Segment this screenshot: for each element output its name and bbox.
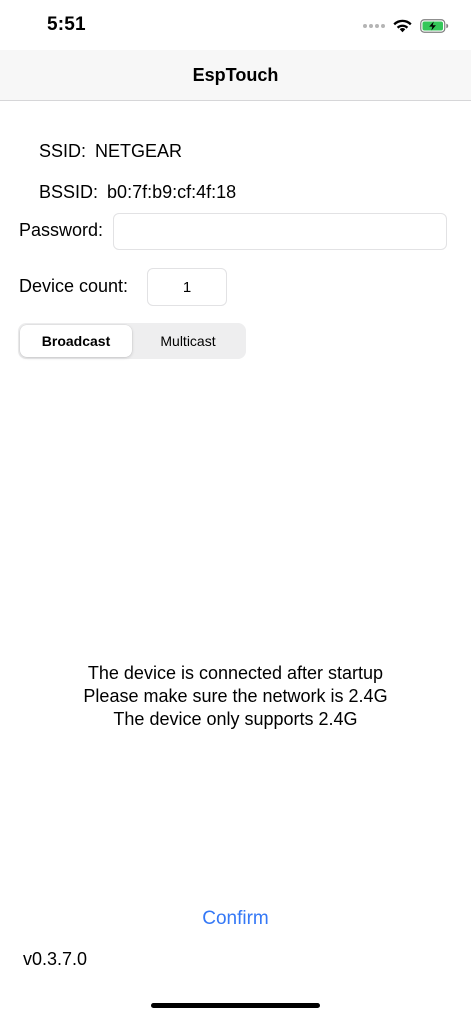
cellular-signal-icon bbox=[363, 24, 385, 28]
status-icons bbox=[363, 16, 449, 36]
bssid-label: BSSID: bbox=[39, 182, 99, 202]
info-message: The device is connected after startup Pl… bbox=[0, 662, 471, 731]
ssid-value: NETGEAR bbox=[95, 141, 183, 161]
segment-multicast[interactable]: Multicast bbox=[132, 325, 244, 357]
page-title: EspTouch bbox=[192, 64, 279, 85]
info-line: Please make sure the network is 2.4G bbox=[83, 686, 388, 706]
app-screen: 5:51 EspTouch SSID: NETGEAR BSSID: b0:7f… bbox=[0, 0, 471, 1019]
navigation-bar: EspTouch bbox=[0, 50, 471, 101]
home-indicator[interactable] bbox=[151, 1003, 320, 1008]
info-line: The device only supports 2.4G bbox=[113, 709, 358, 729]
status-time: 5:51 bbox=[47, 14, 86, 35]
bssid-value: b0:7f:b9:cf:4f:18 bbox=[107, 182, 237, 202]
wifi-icon bbox=[393, 19, 412, 33]
device-count-field[interactable]: 1 bbox=[147, 268, 227, 306]
device-count-label: Device count: bbox=[19, 276, 129, 296]
segment-broadcast[interactable]: Broadcast bbox=[20, 325, 132, 357]
confirm-button[interactable]: Confirm bbox=[0, 908, 471, 930]
password-field[interactable] bbox=[113, 213, 447, 250]
mode-segmented-control: Broadcast Multicast bbox=[18, 323, 246, 359]
ssid-label: SSID: bbox=[39, 141, 87, 161]
version-label: v0.3.7.0 bbox=[23, 949, 88, 969]
status-bar: 5:51 bbox=[0, 0, 471, 50]
battery-charging-icon bbox=[420, 19, 449, 33]
password-label: Password: bbox=[19, 220, 104, 240]
info-line: The device is connected after startup bbox=[87, 663, 384, 683]
